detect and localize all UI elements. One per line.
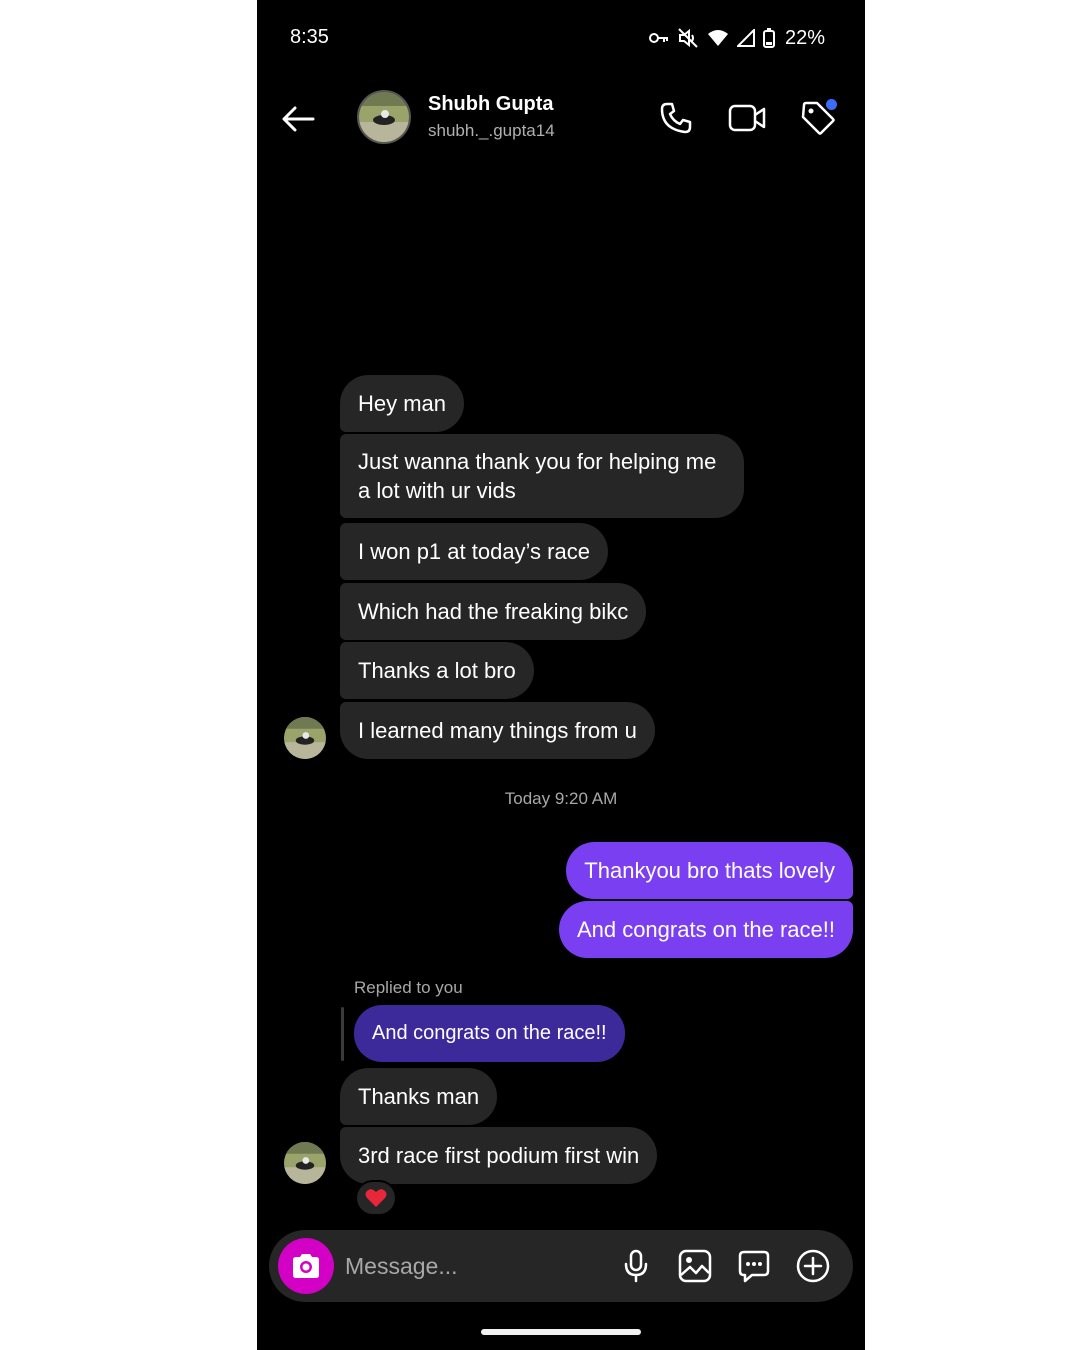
signal-icon xyxy=(736,29,755,47)
microphone-icon xyxy=(624,1249,648,1283)
replied-label: Replied to you xyxy=(354,978,463,997)
gallery-icon xyxy=(678,1249,712,1283)
sticker-button[interactable] xyxy=(734,1246,774,1286)
message-bubble-incoming[interactable]: I learned many things from u xyxy=(340,702,655,759)
reply-quote-bubble[interactable]: And congrats on the race!! xyxy=(354,1005,625,1062)
message-bubble-outgoing[interactable]: Thankyou bro thats lovely xyxy=(566,842,853,899)
avatar-photo xyxy=(359,92,409,142)
back-arrow-icon xyxy=(282,106,315,132)
sticker-icon xyxy=(738,1250,770,1283)
message-bubble-incoming[interactable]: Thanks man xyxy=(340,1068,498,1125)
message-composer xyxy=(269,1230,853,1302)
message-bubble-incoming[interactable]: Hey man xyxy=(340,375,465,432)
message-input[interactable] xyxy=(345,1248,595,1284)
tag-button[interactable] xyxy=(797,97,839,139)
video-call-button[interactable] xyxy=(726,97,768,139)
back-button[interactable] xyxy=(277,98,319,140)
profile-avatar[interactable] xyxy=(357,90,411,144)
message-bubble-incoming[interactable]: Just wanna thank you for helping me a lo… xyxy=(340,434,744,518)
voice-call-button[interactable] xyxy=(655,97,697,139)
add-button[interactable] xyxy=(793,1246,833,1286)
heart-icon xyxy=(365,1189,387,1207)
video-icon xyxy=(728,104,766,132)
message-bubble-incoming[interactable]: Which had the freaking bikc xyxy=(340,583,647,640)
mute-icon xyxy=(677,27,699,49)
message-bubble-incoming[interactable]: I won p1 at today’s race xyxy=(340,523,608,580)
message-bubble-incoming[interactable]: Thanks a lot bro xyxy=(340,642,534,699)
sender-avatar[interactable] xyxy=(284,717,326,759)
avatar-photo xyxy=(284,1142,326,1184)
plus-icon xyxy=(796,1249,830,1283)
message-timestamp: Today 9:20 AM xyxy=(504,789,618,808)
battery-percentage: 22% xyxy=(784,26,825,49)
avatar-photo xyxy=(284,717,326,759)
wifi-icon xyxy=(707,29,729,47)
camera-icon xyxy=(293,1254,319,1278)
contact-name[interactable]: Shubh Gupta xyxy=(428,93,554,116)
voice-message-button[interactable] xyxy=(616,1246,656,1286)
vpn-key-icon xyxy=(648,32,669,44)
gallery-button[interactable] xyxy=(675,1246,715,1286)
notification-dot xyxy=(826,99,837,110)
reply-indicator-bar xyxy=(341,1007,344,1061)
message-bubble-incoming[interactable]: 3rd race first podium first win xyxy=(340,1127,658,1184)
sender-avatar[interactable] xyxy=(284,1142,326,1184)
camera-button[interactable] xyxy=(278,1238,334,1294)
phone-icon xyxy=(660,102,692,134)
contact-handle[interactable]: shubh._.gupta14 xyxy=(428,121,555,141)
status-time: 8:35 xyxy=(290,26,329,48)
heart-reaction[interactable] xyxy=(355,1180,397,1216)
status-icons: 22% xyxy=(648,24,825,52)
battery-icon xyxy=(762,28,775,48)
phone-screen: 8:35 22% Shubh Gupta shubh._.gupta14 Hey… xyxy=(257,0,865,1350)
home-indicator[interactable] xyxy=(481,1329,641,1335)
message-bubble-outgoing[interactable]: And congrats on the race!! xyxy=(558,901,853,958)
